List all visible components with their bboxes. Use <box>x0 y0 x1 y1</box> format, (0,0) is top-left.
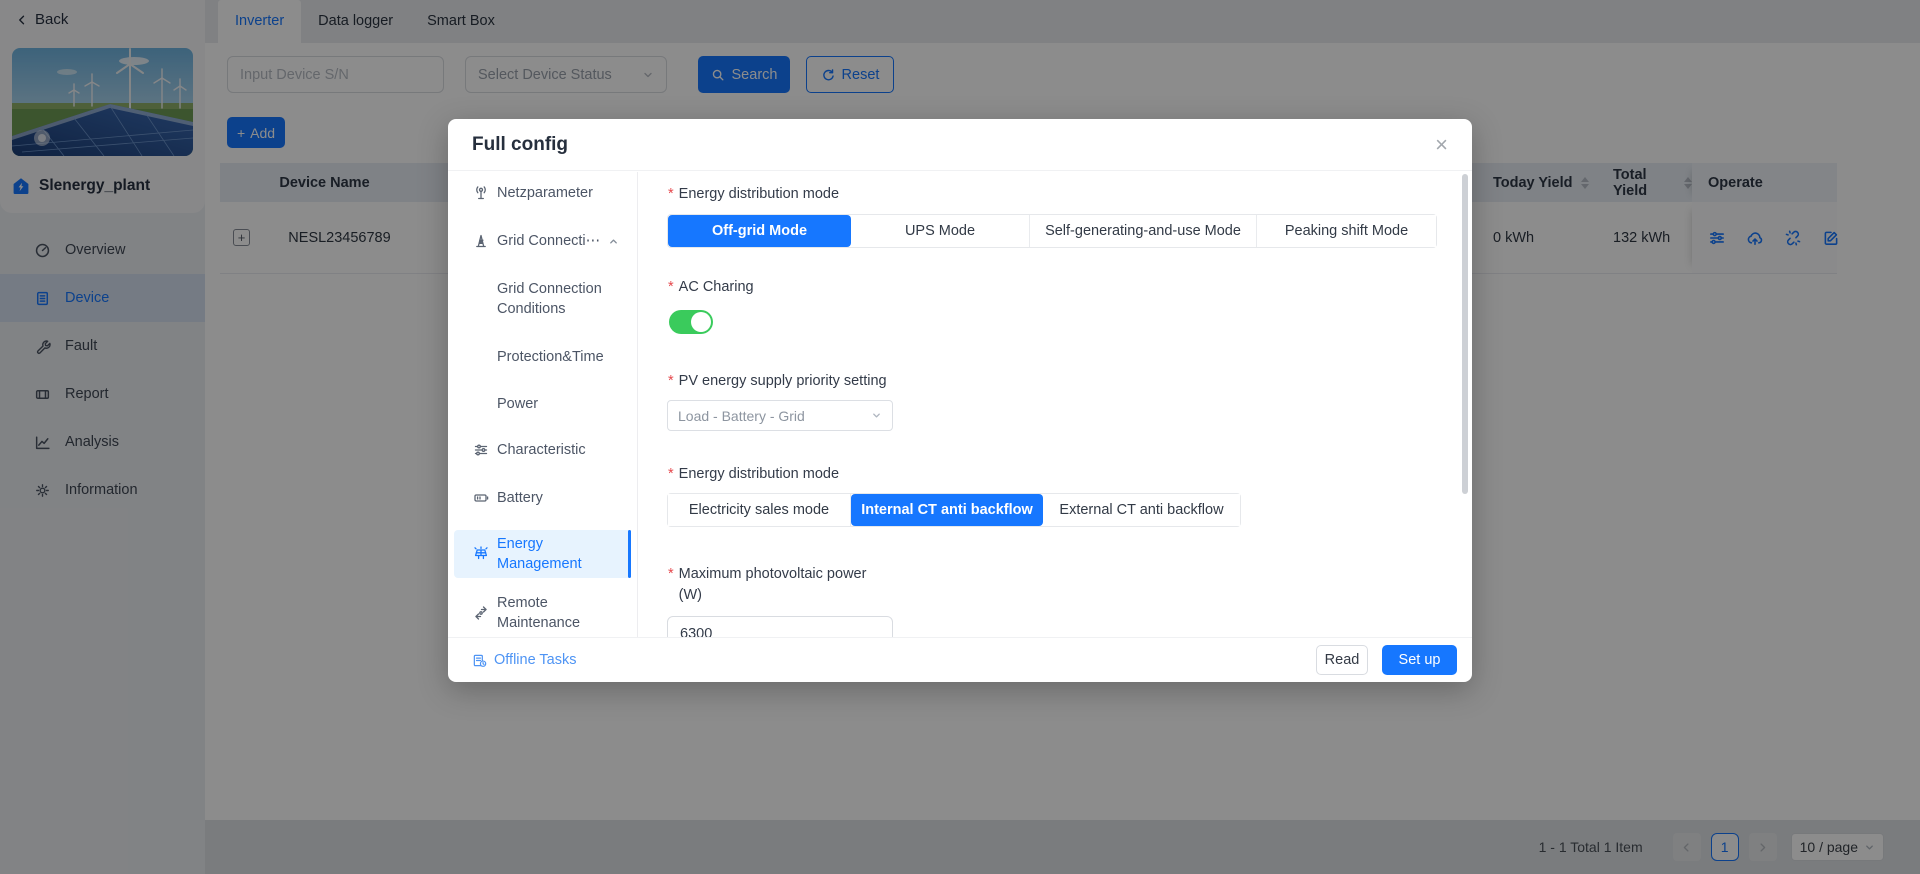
nav-label: Power <box>497 394 617 414</box>
toggle-knob <box>691 312 711 332</box>
field-label-text: Energy distribution mode <box>679 464 839 485</box>
field-label-ac-charging: * AC Charing <box>668 277 754 298</box>
offline-tasks-icon <box>472 653 487 668</box>
field-label-text: Energy distribution mode <box>679 184 839 205</box>
nav-label: Netzparameter <box>497 183 617 203</box>
field-label-text: Maximum photovoltaic power (W) <box>679 564 868 606</box>
field-label-energy-mode-1: * Energy distribution mode <box>668 184 839 205</box>
energy-mode-1-segmented: Off-grid Mode UPS Mode Self-generating-a… <box>667 214 1437 248</box>
nav-label: Energy Management <box>497 534 617 574</box>
required-marker: * <box>668 277 674 298</box>
chevron-up-icon <box>608 236 619 247</box>
config-nav-characteristic[interactable]: Characteristic <box>454 430 631 470</box>
required-marker: * <box>668 564 674 606</box>
config-nav-grid-connection[interactable]: Grid Connecti⋯ <box>454 221 631 261</box>
antenna-icon <box>473 185 489 201</box>
nav-label: Remote Maintenance <box>497 593 617 633</box>
option-electricity-sales-mode[interactable]: Electricity sales mode <box>668 494 851 526</box>
pv-priority-value: Load - Battery - Grid <box>678 408 805 424</box>
modal-content: * Energy distribution mode Off-grid Mode… <box>638 172 1472 637</box>
pv-priority-select[interactable]: Load - Battery - Grid <box>667 400 893 431</box>
option-peaking-shift-mode[interactable]: Peaking shift Mode <box>1257 215 1436 247</box>
modal-header: Full config × <box>448 119 1472 171</box>
modal-title: Full config <box>472 134 568 156</box>
setup-button[interactable]: Set up <box>1382 645 1457 675</box>
offline-tasks-label: Offline Tasks <box>494 652 576 668</box>
config-nav-remote-maintenance[interactable]: Remote Maintenance <box>454 585 631 637</box>
nav-label: Characteristic <box>497 440 617 460</box>
option-self-generating-mode[interactable]: Self-generating-and-use Mode <box>1030 215 1257 247</box>
ac-charging-toggle[interactable] <box>669 310 713 334</box>
nav-label: Protection&Time <box>497 347 617 367</box>
modal-scrollbar[interactable] <box>1462 174 1468 494</box>
config-nav-energy-management[interactable]: Energy Management <box>454 530 631 578</box>
config-nav-grid-connection-conditions[interactable]: Grid Connection Conditions <box>454 271 631 327</box>
max-pv-power-input[interactable] <box>667 616 893 637</box>
field-label-max-pv-power: * Maximum photovoltaic power (W) <box>668 564 868 606</box>
close-icon[interactable]: × <box>1435 134 1448 156</box>
app-window: Back <box>0 0 1920 874</box>
config-nav-battery[interactable]: Battery <box>454 478 631 518</box>
tower-icon <box>473 233 489 249</box>
nav-label: Grid Connecti⋯ <box>497 231 617 251</box>
option-external-ct-anti-backflow[interactable]: External CT anti backflow <box>1043 494 1240 526</box>
field-label-text: AC Charing <box>679 277 754 298</box>
option-off-grid-mode[interactable]: Off-grid Mode <box>668 215 851 247</box>
energy-mode-2-segmented: Electricity sales mode Internal CT anti … <box>667 493 1241 527</box>
config-nav-power[interactable]: Power <box>454 384 631 424</box>
option-ups-mode[interactable]: UPS Mode <box>851 215 1030 247</box>
field-label-energy-mode-2: * Energy distribution mode <box>668 464 839 485</box>
required-marker: * <box>668 371 674 392</box>
field-label-pv-priority: * PV energy supply priority setting <box>668 371 887 392</box>
offline-tasks-link[interactable]: Offline Tasks <box>472 652 576 668</box>
config-nav-protection-time[interactable]: Protection&Time <box>454 337 631 377</box>
full-config-modal: Full config × Netzparameter Grid Connect… <box>448 119 1472 682</box>
option-internal-ct-anti-backflow[interactable]: Internal CT anti backflow <box>851 494 1043 526</box>
remote-wrench-icon <box>473 605 489 621</box>
sliders-icon <box>473 442 489 458</box>
required-marker: * <box>668 184 674 205</box>
active-nav-indicator <box>628 530 631 578</box>
solar-panel-icon <box>473 546 489 562</box>
read-button[interactable]: Read <box>1316 645 1368 675</box>
chevron-down-icon <box>871 410 882 421</box>
nav-label: Grid Connection Conditions <box>497 279 617 319</box>
field-label-text: PV energy supply priority setting <box>679 371 887 392</box>
nav-label: Battery <box>497 488 617 508</box>
modal-body: Netzparameter Grid Connecti⋯ Grid Connec… <box>448 172 1472 637</box>
modal-footer: Offline Tasks Read Set up <box>448 637 1472 682</box>
config-nav-netzparameter[interactable]: Netzparameter <box>454 173 631 213</box>
required-marker: * <box>668 464 674 485</box>
modal-nav: Netzparameter Grid Connecti⋯ Grid Connec… <box>448 172 638 637</box>
battery-icon <box>473 490 489 506</box>
